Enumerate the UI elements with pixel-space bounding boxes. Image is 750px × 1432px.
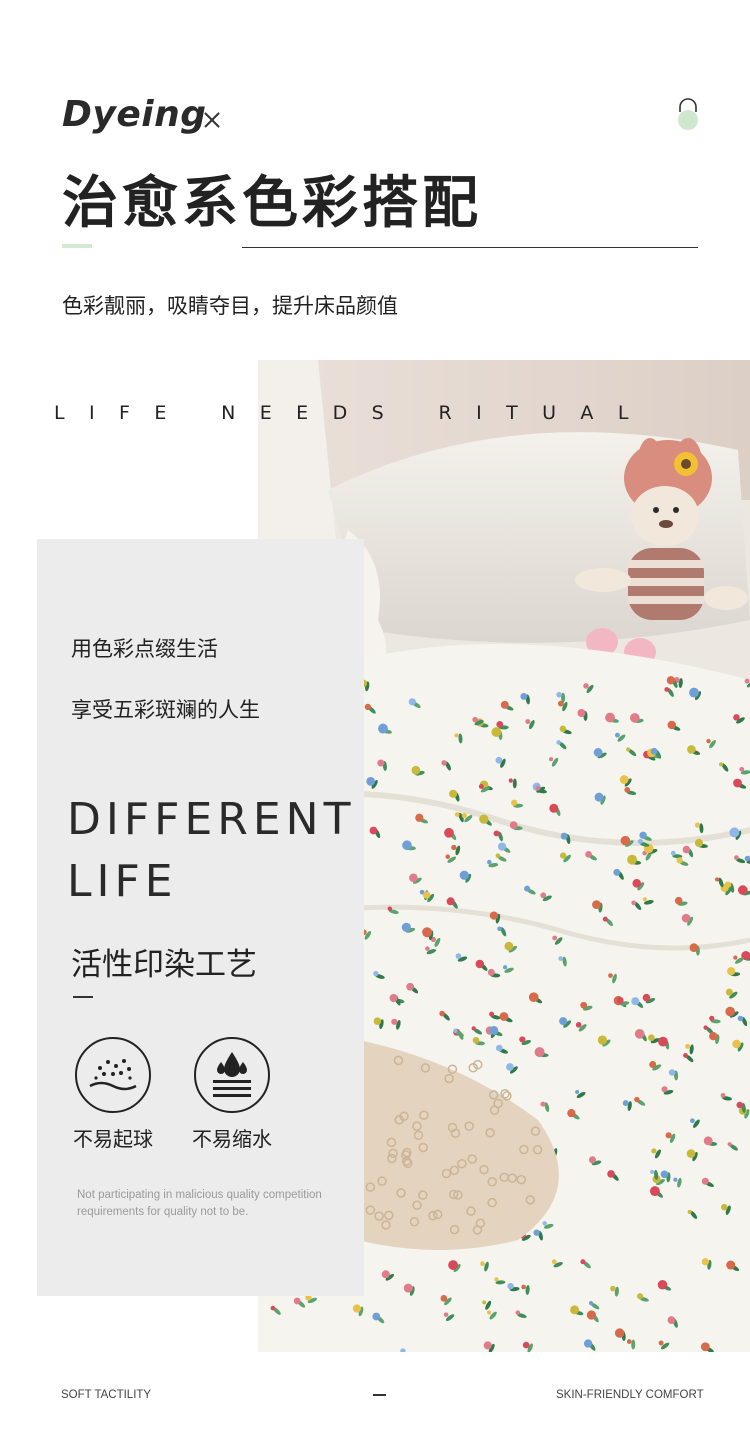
heading-line-2: LIFE: [67, 856, 178, 907]
accent-divider: [62, 244, 92, 248]
card-tagline-1: 用色彩点缀生活: [71, 637, 218, 661]
footer-soft-tactility: SOFT TACTILITY: [61, 1389, 152, 1401]
craft-title: 活性印染工艺: [71, 947, 257, 983]
title-rule: [242, 247, 698, 248]
card-tagline-2: 享受五彩斑斓的人生: [71, 698, 260, 722]
page-title: 治愈系色彩搭配: [62, 171, 482, 236]
footer-divider: [373, 1394, 386, 1396]
close-icon: [204, 112, 220, 128]
subtitle: 色彩靓丽，吸睛夺目，提升床品颜值: [62, 294, 398, 318]
card-footnote: Not participating in malicious quality c…: [77, 1189, 322, 1218]
title-en: Dyeing: [62, 94, 207, 135]
footer-skin-friendly: SKIN-FRIENDLY COMFORT: [556, 1389, 704, 1401]
craft-divider: [73, 996, 93, 998]
anti-shrink-icon: [194, 1037, 270, 1113]
heading-line-1: DIFFERENT: [67, 794, 356, 845]
info-card: 用色彩点缀生活 享受五彩斑斓的人生 DIFFERENT LIFE 活性印染工艺 …: [37, 539, 364, 1296]
anti-pilling-icon: [75, 1037, 151, 1113]
different-life-heading: DIFFERENT LIFE: [67, 789, 355, 913]
lock-icon: [678, 98, 698, 130]
feature-label-anti-shrink: 不易缩水: [192, 1127, 272, 1151]
feature-label-anti-pilling: 不易起球: [73, 1127, 153, 1151]
ritual-tagline: LIFE NEEDS RITUAL: [54, 402, 653, 424]
